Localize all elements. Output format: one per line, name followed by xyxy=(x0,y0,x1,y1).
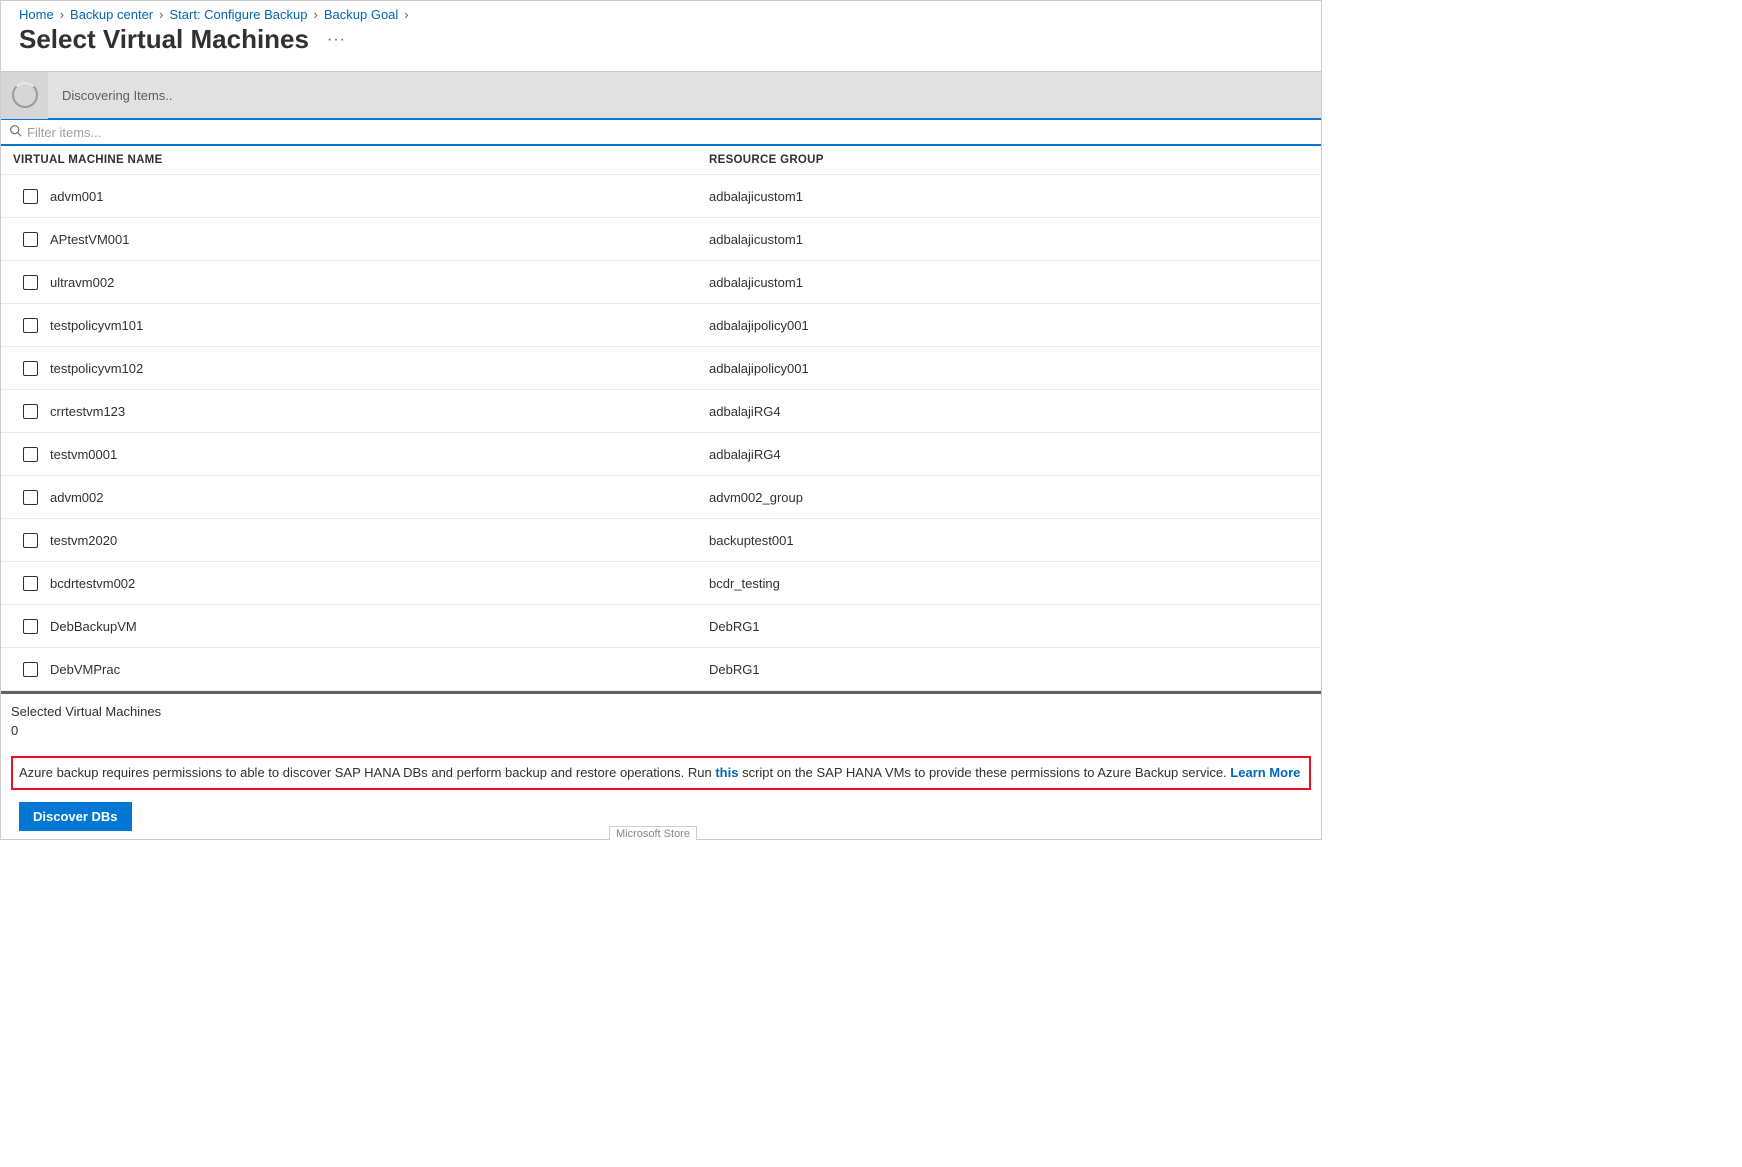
resource-group: adbalajicustom1 xyxy=(709,232,1313,247)
resource-group: advm002_group xyxy=(709,490,1313,505)
table-row[interactable]: testpolicyvm101 adbalajipolicy001 xyxy=(1,304,1321,347)
row-checkbox[interactable] xyxy=(23,533,38,548)
more-button[interactable]: ··· xyxy=(327,31,346,49)
row-checkbox[interactable] xyxy=(23,662,38,677)
vm-name: APtestVM001 xyxy=(50,232,130,247)
table-row[interactable]: DebBackupVM DebRG1 xyxy=(1,605,1321,648)
vm-name: testvm2020 xyxy=(50,533,117,548)
vm-name: DebBackupVM xyxy=(50,619,137,634)
row-checkbox[interactable] xyxy=(23,232,38,247)
breadcrumb-backup-center[interactable]: Backup center xyxy=(70,7,153,22)
bottom-panel: Selected Virtual Machines 0 Azure backup… xyxy=(1,691,1321,839)
vm-name: advm001 xyxy=(50,189,103,204)
resource-group: adbalajipolicy001 xyxy=(709,361,1313,376)
vm-name: crrtestvm123 xyxy=(50,404,125,419)
table-row[interactable]: testvm0001 adbalajiRG4 xyxy=(1,433,1321,476)
microsoft-store-label: Microsoft Store xyxy=(609,826,697,840)
table-row[interactable]: advm002 advm002_group xyxy=(1,476,1321,519)
breadcrumb-configure-backup[interactable]: Start: Configure Backup xyxy=(169,7,307,22)
spinner-container xyxy=(1,72,48,119)
info-text-pre: Azure backup requires permissions to abl… xyxy=(19,765,715,780)
search-icon xyxy=(9,124,22,140)
script-link[interactable]: this xyxy=(715,765,738,780)
vm-name: testvm0001 xyxy=(50,447,117,462)
chevron-right-icon: › xyxy=(159,7,163,22)
resource-group: DebRG1 xyxy=(709,662,1313,677)
row-checkbox[interactable] xyxy=(23,576,38,591)
table-row[interactable]: DebVMPrac DebRG1 xyxy=(1,648,1321,691)
status-bar: Discovering Items.. xyxy=(1,71,1321,118)
resource-group: adbalajiRG4 xyxy=(709,447,1313,462)
table-row[interactable]: ultravm002 adbalajicustom1 xyxy=(1,261,1321,304)
breadcrumb-home[interactable]: Home xyxy=(19,7,54,22)
page-header: Select Virtual Machines ··· xyxy=(1,24,1321,71)
resource-group: bcdr_testing xyxy=(709,576,1313,591)
selected-vm-count: 0 xyxy=(11,723,1311,738)
column-header-name[interactable]: VIRTUAL MACHINE NAME xyxy=(9,154,709,166)
column-header-rg[interactable]: RESOURCE GROUP xyxy=(709,154,1313,166)
row-checkbox[interactable] xyxy=(23,361,38,376)
table-header: VIRTUAL MACHINE NAME RESOURCE GROUP xyxy=(1,146,1321,175)
row-checkbox[interactable] xyxy=(23,318,38,333)
table-row[interactable]: bcdrtestvm002 bcdr_testing xyxy=(1,562,1321,605)
resource-group: adbalajicustom1 xyxy=(709,275,1313,290)
table-row[interactable]: testvm2020 backuptest001 xyxy=(1,519,1321,562)
breadcrumb-backup-goal[interactable]: Backup Goal xyxy=(324,7,398,22)
table-row[interactable]: advm001 adbalajicustom1 xyxy=(1,175,1321,218)
table-row[interactable]: crrtestvm123 adbalajiRG4 xyxy=(1,390,1321,433)
info-text-mid: script on the SAP HANA VMs to provide th… xyxy=(738,765,1230,780)
vm-name: ultravm002 xyxy=(50,275,114,290)
chevron-right-icon: › xyxy=(314,7,318,22)
learn-more-link[interactable]: Learn More xyxy=(1230,765,1300,780)
table-row[interactable]: testpolicyvm102 adbalajipolicy001 xyxy=(1,347,1321,390)
status-text: Discovering Items.. xyxy=(48,88,173,103)
spinner-icon xyxy=(12,82,38,108)
resource-group: adbalajicustom1 xyxy=(709,189,1313,204)
table-row[interactable]: APtestVM001 adbalajicustom1 xyxy=(1,218,1321,261)
page-title: Select Virtual Machines xyxy=(19,24,309,55)
row-checkbox[interactable] xyxy=(23,275,38,290)
row-checkbox[interactable] xyxy=(23,404,38,419)
filter-row xyxy=(1,118,1321,146)
vm-name: DebVMPrac xyxy=(50,662,120,677)
filter-input[interactable] xyxy=(27,125,1313,140)
vm-name: testpolicyvm102 xyxy=(50,361,143,376)
resource-group: backuptest001 xyxy=(709,533,1313,548)
discover-dbs-button[interactable]: Discover DBs xyxy=(19,802,132,831)
row-checkbox[interactable] xyxy=(23,619,38,634)
resource-group: adbalajipolicy001 xyxy=(709,318,1313,333)
vm-name: advm002 xyxy=(50,490,103,505)
vm-name: bcdrtestvm002 xyxy=(50,576,135,591)
vm-name: testpolicyvm101 xyxy=(50,318,143,333)
row-checkbox[interactable] xyxy=(23,447,38,462)
resource-group: DebRG1 xyxy=(709,619,1313,634)
selected-vm-label: Selected Virtual Machines xyxy=(11,704,1311,719)
chevron-right-icon: › xyxy=(404,7,408,22)
row-checkbox[interactable] xyxy=(23,490,38,505)
breadcrumb: Home › Backup center › Start: Configure … xyxy=(1,1,1321,24)
permission-info-box: Azure backup requires permissions to abl… xyxy=(11,756,1311,790)
row-checkbox[interactable] xyxy=(23,189,38,204)
chevron-right-icon: › xyxy=(60,7,64,22)
resource-group: adbalajiRG4 xyxy=(709,404,1313,419)
